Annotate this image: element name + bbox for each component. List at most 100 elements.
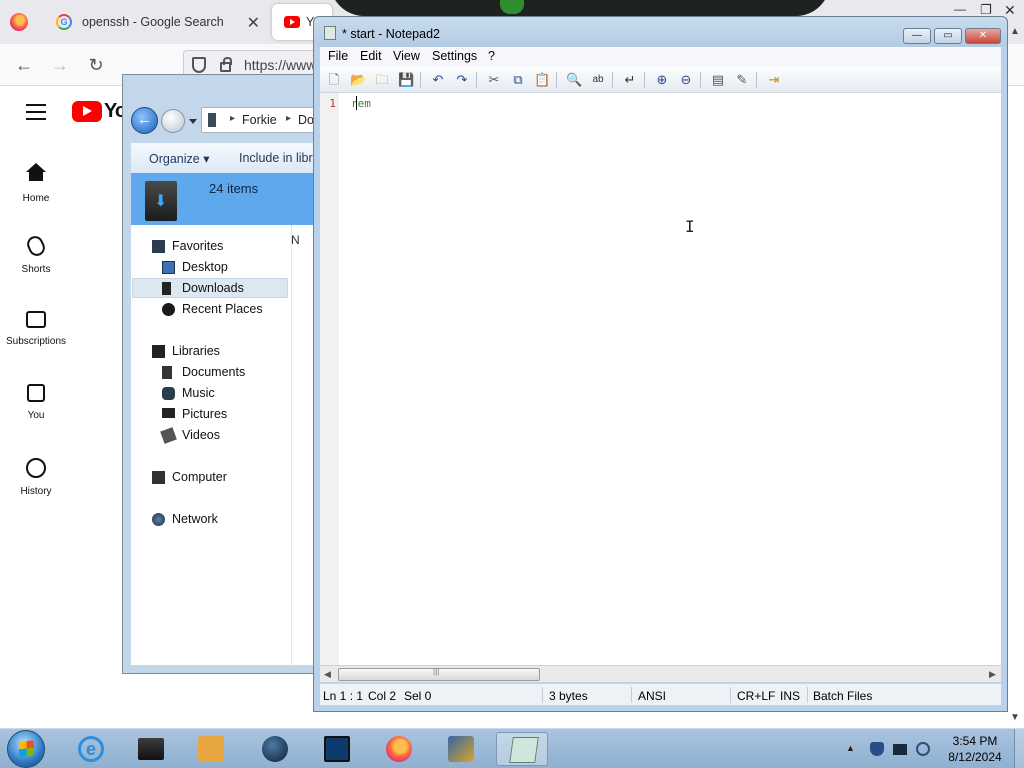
nav-favorites[interactable]: Favorites <box>152 239 223 253</box>
breadcrumb[interactable]: ▸ Forkie ▸ Do <box>201 107 323 133</box>
nav-videos[interactable]: Videos <box>160 427 220 444</box>
organize-button[interactable]: Organize ▾ <box>149 151 209 166</box>
yt-nav-history[interactable]: History <box>0 458 72 497</box>
find-icon[interactable]: 🔍 <box>566 72 582 88</box>
yt-nav-subscriptions[interactable]: Subscriptions <box>0 311 72 347</box>
page-scroll-down-arrow[interactable]: ▼ <box>1010 712 1020 723</box>
browse-icon[interactable]: 🗀 <box>374 72 390 88</box>
shield-icon[interactable] <box>870 742 884 756</box>
youtube-logo-icon[interactable] <box>72 101 102 122</box>
menu-view[interactable]: View <box>393 49 420 63</box>
save-icon[interactable]: 💾 <box>398 72 414 88</box>
open-file-icon[interactable]: 📂 <box>350 72 366 88</box>
firefox-icon[interactable] <box>10 13 28 31</box>
breadcrumb-separator[interactable]: ▸ <box>230 113 235 124</box>
nav-documents[interactable]: Documents <box>162 365 245 379</box>
zoom-in-icon[interactable]: ⊕ <box>654 72 670 88</box>
word-wrap-icon[interactable]: ↵ <box>622 72 638 88</box>
horizontal-scrollbar[interactable]: ◀ ▶ <box>320 665 1001 682</box>
undo-icon[interactable]: ↶ <box>430 72 446 88</box>
taskbar-remote-desktop[interactable] <box>310 732 362 766</box>
line-number-gutter: 1 <box>320 93 339 665</box>
paste-icon[interactable]: 📋 <box>534 72 550 88</box>
menu-icon[interactable] <box>26 104 46 120</box>
start-button[interactable] <box>7 730 45 768</box>
url-text[interactable]: https://www <box>244 57 316 73</box>
customize-scheme-icon[interactable]: ✎ <box>734 72 750 88</box>
show-hidden-icons-button[interactable]: ▲ <box>846 743 855 753</box>
nav-network[interactable]: Network <box>152 512 218 526</box>
cut-icon[interactable]: ✂ <box>486 72 502 88</box>
menu-edit[interactable]: Edit <box>360 49 382 63</box>
taskbar-internet-explorer[interactable]: e <box>64 732 116 766</box>
zoom-out-icon[interactable]: ⊖ <box>678 72 694 88</box>
scroll-right-arrow[interactable]: ▶ <box>989 669 996 680</box>
status-line-endings[interactable]: CR+LF <box>737 689 775 703</box>
new-file-icon[interactable]: 🗋 <box>326 72 342 88</box>
nav-music[interactable]: Music <box>162 386 215 400</box>
close-button[interactable]: ✕ <box>965 28 1001 44</box>
menu-settings[interactable]: Settings <box>432 49 477 63</box>
redo-icon[interactable]: ↷ <box>454 72 470 88</box>
nav-downloads[interactable]: Downloads <box>162 281 244 295</box>
network-connections-icon <box>448 736 474 762</box>
tab-google-search[interactable]: G openssh - Google Search ✕ <box>44 4 270 40</box>
toolbar-separator <box>756 72 757 88</box>
toolbar-separator <box>476 72 477 88</box>
clock-date[interactable]: 8/12/2024 <box>940 750 1010 764</box>
back-button[interactable]: ← <box>13 54 35 76</box>
reload-button[interactable]: ↻ <box>85 54 107 76</box>
explorer-forward-button[interactable] <box>161 109 185 133</box>
yt-nav-you[interactable]: You <box>0 384 72 421</box>
tracking-protection-icon[interactable] <box>192 57 206 73</box>
text-editor[interactable]: 1 rem I <box>320 93 1001 665</box>
include-in-library-button[interactable]: Include in libr <box>239 151 313 165</box>
nav-pictures[interactable]: Pictures <box>162 407 227 421</box>
status-scheme[interactable]: Batch Files <box>813 689 872 703</box>
copy-icon[interactable]: ⧉ <box>510 72 526 88</box>
replace-icon[interactable]: ab <box>590 72 606 88</box>
status-separator <box>730 687 731 703</box>
recent-pages-dropdown-icon[interactable] <box>189 119 197 124</box>
taskbar-firefox[interactable] <box>372 732 424 766</box>
code-line[interactable]: rem <box>351 97 371 110</box>
nav-recent-places[interactable]: Recent Places <box>162 302 263 316</box>
exit-icon[interactable]: ⇥ <box>766 72 782 88</box>
yt-nav-shorts[interactable]: Shorts <box>0 233 72 275</box>
nav-computer[interactable]: Computer <box>152 470 227 484</box>
breadcrumb-separator[interactable]: ▸ <box>286 113 291 124</box>
explorer-back-button[interactable]: ← <box>131 107 158 134</box>
scheme-icon[interactable]: ▤ <box>710 72 726 88</box>
status-encoding[interactable]: ANSI <box>638 689 666 703</box>
taskbar-explorer[interactable] <box>124 732 176 766</box>
title-bar[interactable]: * start - Notepad2 — ▭ ✕ <box>314 17 1007 47</box>
firefox-icon <box>386 736 412 762</box>
nav-libraries[interactable]: Libraries <box>152 344 220 358</box>
scrollbar-thumb[interactable] <box>338 667 540 681</box>
browser-minimize-button[interactable]: — <box>954 2 966 16</box>
clock-time[interactable]: 3:54 PM <box>940 734 1010 748</box>
display-icon[interactable] <box>893 744 907 755</box>
menu-help[interactable]: ? <box>488 49 495 63</box>
nav-desktop[interactable]: Desktop <box>162 260 228 274</box>
breadcrumb-item[interactable]: Do <box>298 113 314 127</box>
column-header-name[interactable]: N <box>291 233 300 247</box>
yt-nav-home[interactable]: Home <box>0 163 72 204</box>
taskbar-media-player[interactable] <box>184 732 236 766</box>
maximize-button[interactable]: ▭ <box>934 28 962 44</box>
taskbar-network-connections[interactable] <box>434 732 486 766</box>
file-list-pane[interactable]: N <box>291 225 315 665</box>
minimize-button[interactable]: — <box>903 28 931 44</box>
volume-icon[interactable] <box>916 742 930 756</box>
show-desktop-button[interactable] <box>1014 729 1024 768</box>
taskbar-notepad2[interactable] <box>496 732 548 766</box>
lock-icon[interactable] <box>220 57 232 72</box>
forward-button[interactable]: → <box>49 54 71 76</box>
scroll-left-arrow[interactable]: ◀ <box>324 669 331 680</box>
menu-file[interactable]: File <box>328 49 348 63</box>
notepad-app-icon[interactable] <box>324 26 336 40</box>
page-scroll-up-arrow[interactable]: ▲ <box>1010 26 1020 37</box>
close-tab-icon[interactable]: ✕ <box>247 13 260 33</box>
taskbar-network-app[interactable] <box>248 732 300 766</box>
breadcrumb-item[interactable]: Forkie <box>242 113 277 127</box>
